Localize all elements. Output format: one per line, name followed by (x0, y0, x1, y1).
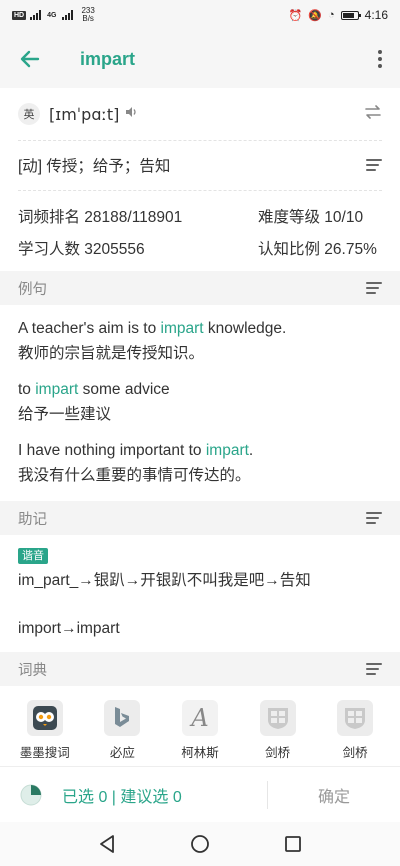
confirm-button[interactable]: 确定 (268, 783, 400, 807)
examples-header: 例句 (0, 271, 400, 305)
alarm-icon: ⏰ (288, 9, 303, 22)
selection-count[interactable]: 已选 0 | 建议选 0 (62, 783, 182, 807)
dictionary-header: 词典 (0, 652, 400, 686)
learner-count: 学习人数 3205556 (18, 241, 145, 258)
highlighted-word: impart (35, 381, 79, 398)
dict-bing[interactable]: 必应 (87, 700, 157, 764)
example-text: A teacher's aim is to (18, 320, 161, 337)
pronunciation-row: 英 [ɪmˈpɑːt] (0, 88, 400, 140)
square-recents-icon (285, 836, 302, 852)
mnemonic-tag: 谐音 (18, 548, 48, 564)
word-stats: 词频排名 28188/118901 难度等级 10/10 学习人数 320555… (18, 200, 382, 264)
hd-badge: HD (12, 10, 27, 20)
owl-icon (26, 700, 63, 736)
examples-title: 例句 (18, 281, 47, 298)
dict-collins[interactable]: A 柯林斯 (165, 700, 235, 764)
example-text: to (18, 381, 36, 398)
mnemonic-content: 谐音 im_part_→银趴→开银趴不叫我是吧→告知 import→impart (18, 546, 382, 640)
dict-momo[interactable]: 墨墨搜词 (10, 700, 80, 764)
bottom-bar: 已选 0 | 建议选 0 确定 (0, 766, 400, 822)
highlighted-word: impart (160, 320, 204, 337)
dict-label: 墨墨搜词 (19, 746, 70, 760)
nav-recents-button[interactable] (273, 824, 313, 864)
menu-lines-icon[interactable] (366, 512, 382, 524)
example-en: I have nothing important to impart. (18, 438, 382, 463)
mnemonic-line: im_part_→银趴→开银趴不叫我是吧→告知 (18, 572, 311, 589)
example-zh: 给予一些建议 (18, 406, 112, 423)
page-title: impart (80, 48, 136, 69)
dict-label: 剑桥 (265, 746, 291, 760)
cambridge-icon (337, 700, 374, 736)
dictionary-title: 词典 (18, 662, 47, 679)
dict-label: 剑桥 (342, 746, 368, 760)
lang-toggle[interactable]: 英 (18, 103, 40, 125)
gauge-icon: ◔ (327, 9, 335, 21)
definition-row: [动] 传授；给予；告知 (0, 141, 400, 189)
example-item: to impart some advice 给予一些建议 (18, 377, 382, 427)
net-speed-unit: B/s (82, 14, 94, 23)
triangle-back-icon (99, 835, 114, 853)
speaker-icon[interactable] (125, 105, 139, 123)
network-badge: 4G (47, 11, 57, 19)
example-text: knowledge. (203, 320, 287, 337)
app-bar: impart (0, 30, 400, 88)
example-item: I have nothing important to impart. 我没有什… (18, 438, 382, 488)
mute-icon: 🔕 (308, 9, 322, 22)
back-button[interactable] (0, 30, 60, 88)
dict-label: 柯林斯 (181, 746, 219, 760)
example-zh: 教师的宗旨就是传授知识。 (18, 345, 205, 362)
example-zh: 我没有什么重要的事情可传达的。 (18, 467, 251, 484)
frequency-rank: 词频排名 28188/118901 (18, 209, 183, 226)
mnemonic-header: 助记 (0, 501, 400, 535)
more-vertical-icon (378, 50, 382, 68)
examples-list: A teacher's aim is to impart knowledge. … (18, 316, 382, 499)
signal-icon (30, 10, 42, 20)
nav-home-button[interactable] (180, 824, 220, 864)
recognition-rate: 认知比例 26.75% (258, 241, 377, 258)
mnemonic-title: 助记 (18, 511, 47, 528)
dictionary-list: 墨墨搜词 必应 A 柯林斯 剑桥 剑桥 (0, 700, 400, 764)
example-text: . (248, 442, 254, 459)
circle-home-icon (191, 835, 209, 853)
back-arrow-icon (20, 50, 40, 68)
nav-back-button[interactable] (87, 824, 127, 864)
system-nav-bar (0, 822, 400, 866)
battery-icon (340, 10, 361, 20)
difficulty-level: 难度等级 10/10 (258, 209, 364, 226)
dict-cambridge[interactable]: 剑桥 (243, 700, 313, 764)
menu-lines-icon[interactable] (366, 663, 382, 675)
bing-icon (104, 700, 141, 736)
example-en: to impart some advice (18, 377, 382, 402)
dict-cambridge-2[interactable]: 剑桥 (320, 700, 390, 764)
cambridge-icon (259, 700, 296, 736)
example-en: A teacher's aim is to impart knowledge. (18, 316, 382, 341)
example-text: some advice (78, 381, 170, 398)
divider (18, 190, 382, 191)
example-text: I have nothing important to (18, 442, 206, 459)
status-bar: HD 4G 233 B/s ⏰ 🔕 ◔ 4:16 (0, 0, 400, 30)
phonetic-text: [ɪmˈpɑːt] (49, 104, 120, 124)
signal-icon-2 (62, 10, 74, 20)
progress-pie-icon (20, 784, 42, 805)
menu-lines-icon[interactable] (366, 159, 382, 171)
highlighted-word: impart (205, 442, 249, 459)
swap-icon[interactable] (364, 104, 382, 124)
mnemonic-line: import→impart (18, 620, 120, 637)
collins-icon: A (181, 700, 218, 736)
net-speed: 233 B/s (81, 7, 94, 23)
dict-label: 必应 (109, 746, 135, 760)
menu-lines-icon[interactable] (366, 282, 382, 294)
more-button[interactable] (360, 30, 400, 88)
clock: 4:16 (364, 8, 388, 22)
example-item: A teacher's aim is to impart knowledge. … (18, 316, 382, 366)
definition-text: [动] 传授；给予；告知 (18, 158, 171, 175)
